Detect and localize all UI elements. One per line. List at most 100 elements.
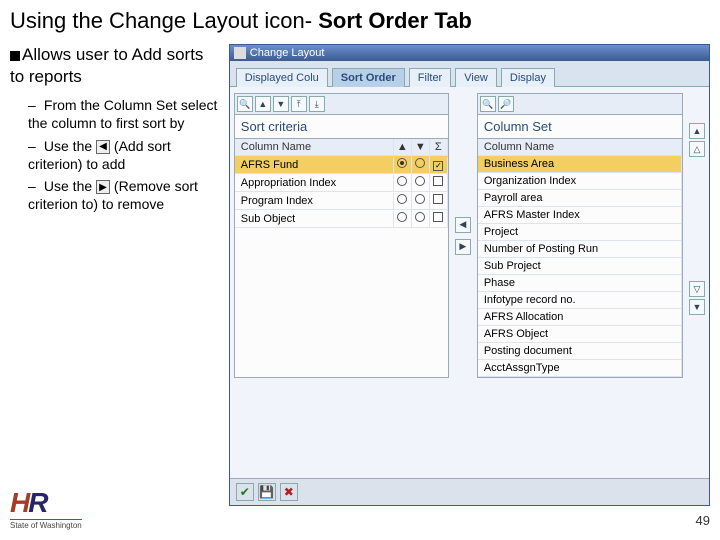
table-row[interactable]: AFRS Fund ✓ — [235, 156, 448, 174]
table-row[interactable]: Organization Index — [478, 173, 682, 190]
sub-bullet-text: Use the — [44, 178, 92, 194]
cancel-button[interactable]: ✖ — [280, 483, 298, 501]
table-row[interactable]: AFRS Master Index — [478, 207, 682, 224]
accept-button[interactable]: ✔ — [236, 483, 254, 501]
panel-title: Sort criteria — [235, 115, 448, 138]
tab-filter[interactable]: Filter — [409, 68, 451, 87]
main-bullet: Allows user to Add sorts to reports — [10, 44, 219, 88]
sort-criteria-grid: Column Name ▲ ▼ Σ AFRS Fund ✓ Appr — [235, 138, 448, 228]
checkbox-icon[interactable] — [433, 176, 443, 186]
table-row[interactable]: Sub Object — [235, 210, 448, 228]
square-bullet-icon — [10, 51, 20, 61]
scroll-top-icon[interactable]: ▲ — [689, 123, 705, 139]
cell: Phase — [478, 275, 682, 291]
window-icon — [234, 47, 246, 59]
sub-bullet: – Use the ▶ (Remove sort criterion to) t… — [28, 177, 219, 213]
tab-display[interactable]: Display — [501, 68, 555, 87]
cell: AFRS Fund — [235, 157, 394, 173]
hr-logo: HR State of Washington — [10, 487, 82, 530]
scroll-down-icon[interactable]: ▽ — [689, 281, 705, 297]
sort-desc-icon[interactable]: ▼ — [273, 96, 289, 112]
cell: Payroll area — [478, 190, 682, 206]
radio-icon[interactable] — [415, 158, 425, 168]
panel-title: Column Set — [478, 115, 682, 138]
bullet-column: Allows user to Add sorts to reports – Fr… — [10, 44, 219, 506]
table-row[interactable]: Payroll area — [478, 190, 682, 207]
cell: AcctAssgnType — [478, 360, 682, 376]
table-row[interactable]: Appropriation Index — [235, 174, 448, 192]
table-row[interactable]: AFRS Allocation — [478, 309, 682, 326]
table-row[interactable]: Business Area — [478, 156, 682, 173]
column-header: Column Name — [478, 139, 682, 155]
title-prefix: Using the Change Layout icon- — [10, 8, 318, 33]
checkbox-icon[interactable] — [433, 194, 443, 204]
sub-bullet-text: Use the — [44, 138, 92, 154]
add-criterion-icon: ◀ — [96, 140, 110, 154]
cell: Organization Index — [478, 173, 682, 189]
slide-title: Using the Change Layout icon- Sort Order… — [10, 8, 710, 34]
page-number: 49 — [696, 513, 710, 528]
table-row[interactable]: Project — [478, 224, 682, 241]
scroll-bottom-icon[interactable]: ▼ — [689, 299, 705, 315]
cell: AFRS Object — [478, 326, 682, 342]
table-row[interactable]: Posting document — [478, 343, 682, 360]
cell: AFRS Allocation — [478, 309, 682, 325]
find-icon[interactable]: 🔍 — [480, 96, 496, 112]
radio-icon[interactable] — [415, 212, 425, 222]
cell: Appropriation Index — [235, 175, 394, 191]
find-icon[interactable]: 🔍 — [237, 96, 253, 112]
cell: AFRS Master Index — [478, 207, 682, 223]
radio-icon[interactable] — [397, 158, 407, 168]
sort-asc-icon[interactable]: ▲ — [255, 96, 271, 112]
scroll-up-icon[interactable]: △ — [689, 141, 705, 157]
table-row[interactable]: Program Index — [235, 192, 448, 210]
checkbox-icon[interactable]: ✓ — [433, 161, 443, 171]
logo-subtext: State of Washington — [10, 519, 82, 530]
tab-displayed-columns[interactable]: Displayed Colu — [236, 68, 328, 87]
table-row[interactable]: AFRS Object — [478, 326, 682, 343]
radio-icon[interactable] — [415, 194, 425, 204]
table-row[interactable]: Phase — [478, 275, 682, 292]
add-criterion-button[interactable]: ◀ — [455, 217, 471, 233]
cell: Project — [478, 224, 682, 240]
sum-header-icon: Σ — [430, 139, 448, 155]
cell: Business Area — [478, 156, 682, 172]
cell: Program Index — [235, 193, 394, 209]
move-top-icon[interactable]: ⤒ — [291, 96, 307, 112]
panel-toolbar: 🔍 ▲ ▼ ⤒ ⤓ — [235, 94, 448, 115]
tab-strip: Displayed Colu Sort Order Filter View Di… — [230, 61, 709, 87]
cell: Sub Object — [235, 211, 394, 227]
sub-bullet: – From the Column Set select the column … — [28, 96, 219, 132]
radio-icon[interactable] — [397, 194, 407, 204]
tab-view[interactable]: View — [455, 68, 497, 87]
cell: Number of Posting Run — [478, 241, 682, 257]
table-row[interactable]: Number of Posting Run — [478, 241, 682, 258]
sub-bullet-text: From the Column Set select the column to… — [28, 97, 217, 131]
dialog-footer: ✔ 💾 ✖ — [230, 478, 709, 505]
move-bottom-icon[interactable]: ⤓ — [309, 96, 325, 112]
table-row[interactable]: Sub Project — [478, 258, 682, 275]
panel-toolbar: 🔍 🔎 — [478, 94, 682, 115]
radio-icon[interactable] — [397, 176, 407, 186]
radio-icon[interactable] — [415, 176, 425, 186]
find-next-icon[interactable]: 🔎 — [498, 96, 514, 112]
cell: Infotype record no. — [478, 292, 682, 308]
checkbox-icon[interactable] — [433, 212, 443, 222]
radio-icon[interactable] — [397, 212, 407, 222]
main-bullet-text: Allows user to Add sorts to reports — [10, 45, 203, 86]
save-layout-button[interactable]: 💾 — [258, 483, 276, 501]
change-layout-dialog: Change Layout Displayed Colu Sort Order … — [229, 44, 710, 506]
sub-bullet: – Use the ◀ (Add sort criterion) to add — [28, 137, 219, 173]
table-row[interactable]: AcctAssgnType — [478, 360, 682, 377]
scroll-column: ▲ △ ▽ ▼ — [689, 93, 705, 378]
dialog-title-text: Change Layout — [250, 47, 325, 59]
title-bold: Sort Order Tab — [318, 8, 472, 33]
desc-header-icon: ▼ — [412, 139, 430, 155]
remove-criterion-button[interactable]: ▶ — [455, 239, 471, 255]
column-header: Column Name — [235, 139, 394, 155]
cell: Sub Project — [478, 258, 682, 274]
table-row[interactable]: Infotype record no. — [478, 292, 682, 309]
asc-header-icon: ▲ — [394, 139, 412, 155]
tab-sort-order[interactable]: Sort Order — [332, 68, 405, 87]
column-set-grid: Column Name Business Area Organization I… — [478, 138, 682, 377]
